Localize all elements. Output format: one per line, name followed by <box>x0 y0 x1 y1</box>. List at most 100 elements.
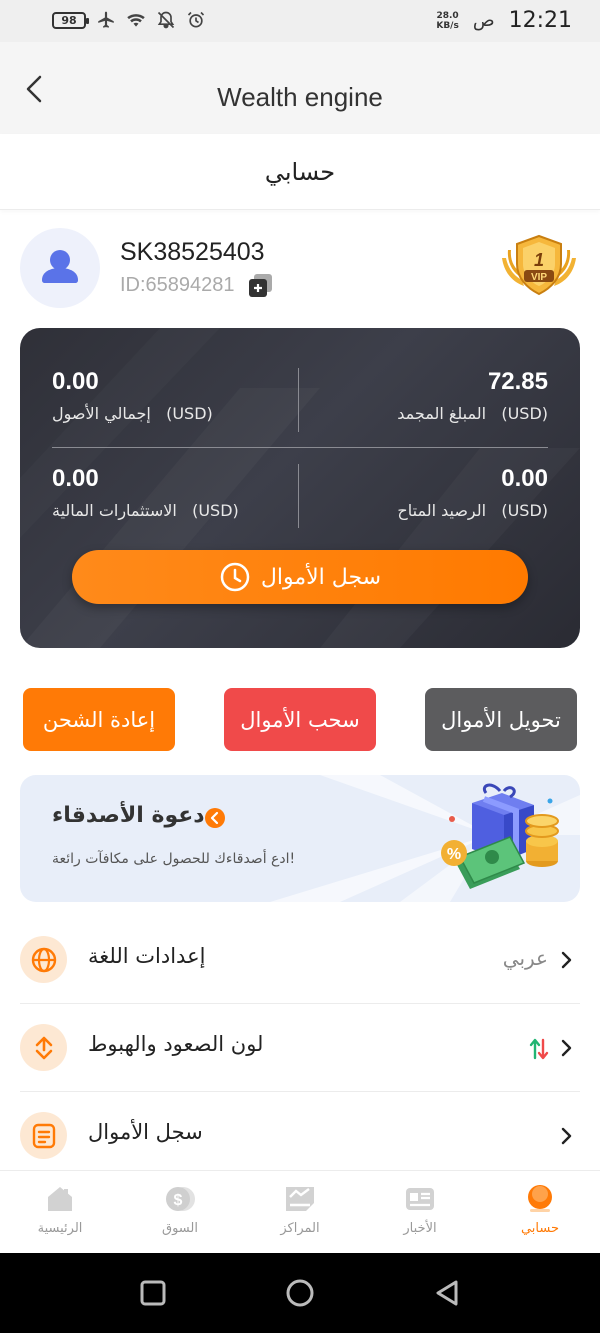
page-title-bar: حسابي <box>0 134 600 210</box>
tab-home-label: الرئيسية <box>37 1221 83 1236</box>
tab-account-label: حسابي <box>520 1221 560 1236</box>
status-icons-left: 98 <box>52 10 206 30</box>
home-icon <box>48 1187 72 1211</box>
invite-title: دعوة الأصدقاء <box>52 803 205 828</box>
available-balance-stat: 0.00 الرصيد المتاح (USD) <box>397 465 548 520</box>
available-balance-label: الرصيد المتاح (USD) <box>397 501 548 520</box>
funds-record-row[interactable]: سجل الأموال <box>20 1092 580 1180</box>
tab-positions-label: المراكز <box>280 1221 320 1236</box>
funds-ledger-label: سجل الأموال <box>260 564 382 590</box>
document-icon <box>20 1112 67 1159</box>
investments-text: الاستثمارات المالية <box>52 501 177 520</box>
chevron-right-icon <box>561 951 572 969</box>
invite-description: ادع أصدقاءك للحصول على مكافآت رائعة! <box>52 851 296 867</box>
user-id: ID:65894281 <box>120 274 235 296</box>
chevron-right-icon <box>561 1039 572 1057</box>
svg-text:$: $ <box>174 1192 183 1209</box>
available-balance-currency: (USD) <box>501 501 548 520</box>
status-clock: 12:21 <box>508 8 572 33</box>
investments-value: 0.00 <box>52 465 99 492</box>
recent-apps-icon[interactable] <box>137 1277 169 1309</box>
app-header: Wealth engine <box>0 42 600 134</box>
divider-vertical-bottom <box>298 464 299 528</box>
vip-level: 1 <box>534 250 544 270</box>
transfer-button[interactable]: تحويل الأموال <box>425 688 577 751</box>
tab-positions[interactable]: المراكز <box>240 1171 360 1254</box>
chevron-right-circle-icon <box>205 808 225 828</box>
tab-market[interactable]: $ السوق <box>120 1171 240 1254</box>
vip-badge-icon: 1 VIP <box>502 234 576 296</box>
recharge-label: إعادة الشحن <box>42 707 156 732</box>
battery-level: 98 <box>61 13 77 27</box>
total-assets-stat: 0.00 إجمالي الأصول (USD) <box>52 368 213 423</box>
recharge-button[interactable]: إعادة الشحن <box>23 688 175 751</box>
rise-fall-color-row[interactable]: لون الصعود والهبوط <box>20 1004 580 1092</box>
home-nav-icon[interactable] <box>284 1277 316 1309</box>
net-speed-value: 28.0 <box>436 10 459 21</box>
available-balance-value: 0.00 <box>501 465 548 492</box>
page-title: حسابي <box>264 158 336 186</box>
tab-home[interactable]: الرئيسية <box>0 1171 120 1254</box>
withdraw-label: سحب الأموال <box>240 707 360 732</box>
user-icon <box>42 250 78 283</box>
gift-money-icon: % <box>441 783 559 889</box>
total-assets-label: إجمالي الأصول (USD) <box>52 404 213 423</box>
frozen-amount-text: المبلغ المجمد <box>397 404 487 423</box>
frozen-amount-currency: (USD) <box>501 404 548 423</box>
divider-vertical-top <box>298 368 299 432</box>
investments-currency: (USD) <box>192 501 239 520</box>
divider-horizontal <box>52 447 548 448</box>
total-assets-text: إجمالي الأصول <box>52 404 151 423</box>
total-assets-value: 0.00 <box>52 368 99 395</box>
dollar-coin-icon: $ <box>166 1187 195 1211</box>
positions-icon <box>286 1187 314 1211</box>
ampm-indicator: ص <box>472 10 495 31</box>
balance-card: 0.00 إجمالي الأصول (USD) 72.85 المبلغ ال… <box>20 328 580 648</box>
status-icons-right: 28.0 KB/s ص 12:21 <box>436 8 572 33</box>
mute-bell-icon <box>157 11 175 29</box>
funds-record-label: سجل الأموال <box>88 1120 203 1144</box>
total-assets-currency: (USD) <box>166 404 213 423</box>
rise-fall-color-label: لون الصعود والهبوط <box>88 1032 264 1056</box>
frozen-amount-label: المبلغ المجمد (USD) <box>397 404 548 423</box>
bottom-tab-bar: الرئيسية $ السوق المراكز الأخبار حسابي <box>0 1170 600 1253</box>
airplane-icon <box>98 11 114 28</box>
transfer-label: تحويل الأموال <box>441 707 561 732</box>
clock-icon <box>220 562 250 592</box>
status-bar: 98 28.0 KB/s ص 12:21 <box>0 0 600 42</box>
withdraw-button[interactable]: سحب الأموال <box>224 688 376 751</box>
invite-friends-banner[interactable]: دعوة الأصدقاء ادع أصدقاءك للحصول على مكا… <box>20 775 580 902</box>
net-speed: 28.0 KB/s <box>436 11 458 31</box>
tab-news-label: الأخبار <box>403 1221 437 1236</box>
investments-stat: 0.00 الاستثمارات المالية (USD) <box>52 465 239 520</box>
profile-icon <box>528 1185 552 1212</box>
tab-market-label: السوق <box>162 1221 198 1236</box>
back-nav-icon[interactable] <box>432 1277 464 1309</box>
avatar[interactable] <box>20 228 100 308</box>
up-down-arrows-icon <box>529 1038 549 1060</box>
available-balance-text: الرصيد المتاح <box>397 501 487 520</box>
tab-news[interactable]: الأخبار <box>360 1171 480 1254</box>
frozen-amount-stat: 72.85 المبلغ المجمد (USD) <box>397 368 548 423</box>
news-icon <box>406 1188 434 1210</box>
language-settings-label: إعدادات اللغة <box>88 944 206 968</box>
wifi-icon <box>127 14 145 27</box>
funds-ledger-button[interactable]: سجل الأموال <box>72 550 528 604</box>
battery-icon: 98 <box>52 11 89 29</box>
tab-account[interactable]: حسابي <box>480 1171 600 1254</box>
vip-text: VIP <box>531 272 547 283</box>
system-nav-bar <box>0 1253 600 1333</box>
swap-icon <box>20 1024 67 1071</box>
language-value: عربي <box>502 946 548 970</box>
alarm-icon <box>187 11 205 28</box>
globe-icon <box>20 936 67 983</box>
investments-label: الاستثمارات المالية (USD) <box>52 501 239 520</box>
language-settings-row[interactable]: إعدادات اللغة عربي <box>20 916 580 1004</box>
svg-text:%: % <box>447 846 461 863</box>
frozen-amount-value: 72.85 <box>487 368 548 395</box>
chevron-right-icon <box>561 1127 572 1145</box>
net-speed-unit: KB/s <box>436 20 459 31</box>
username: SK38525403 <box>120 238 265 266</box>
copy-icon[interactable] <box>248 274 274 298</box>
header-title: Wealth engine <box>217 82 383 112</box>
